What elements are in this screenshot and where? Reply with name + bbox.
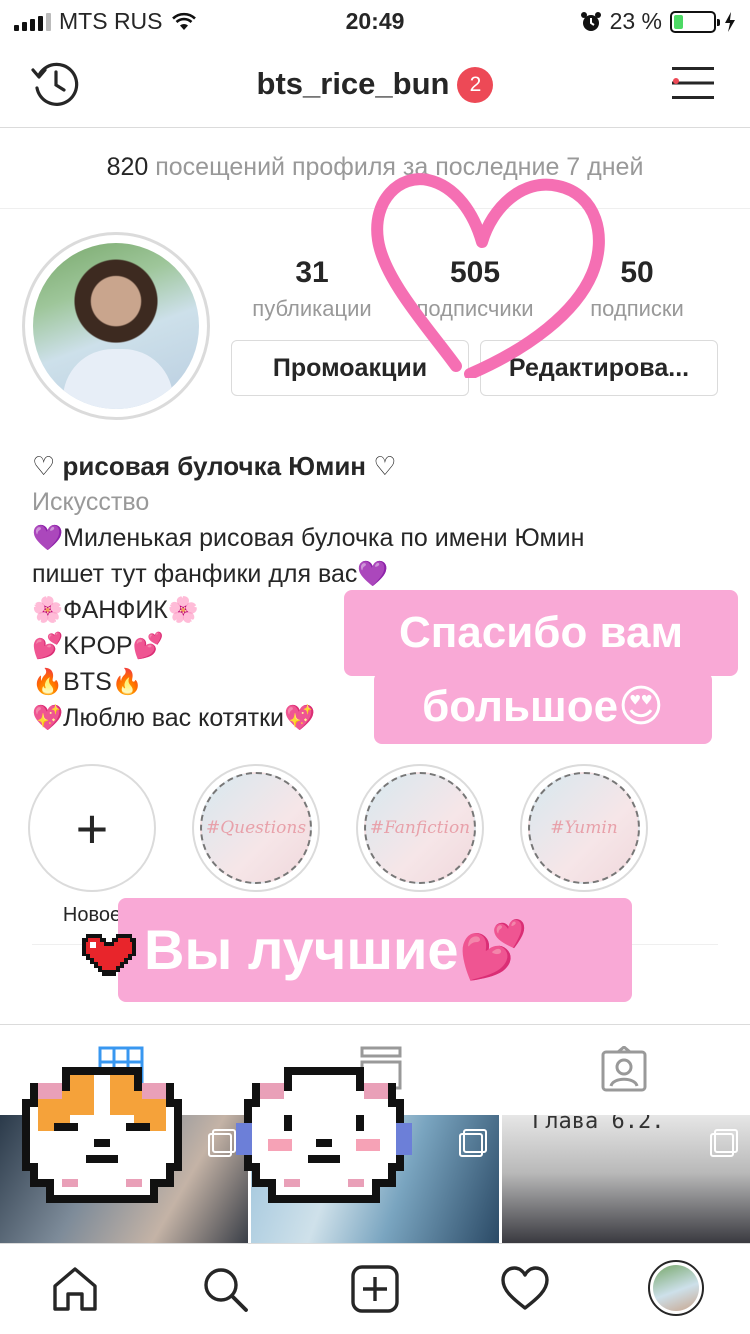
sticker-best: Вы лучшие💕 (118, 898, 632, 1002)
multiple-photos-icon (710, 1129, 738, 1157)
divider (0, 1024, 750, 1025)
highlight-questions[interactable]: #Questions (192, 764, 320, 892)
highlight-cover-text: #Questions (200, 772, 312, 884)
highlight-cover-text: #Yumin (528, 772, 640, 884)
home-icon[interactable] (50, 1264, 100, 1314)
post-thumbnail[interactable]: Глава 6.2. (502, 1115, 750, 1243)
search-icon[interactable] (200, 1264, 250, 1314)
notification-badge: 2 (457, 67, 494, 103)
bottom-tab-bar (0, 1243, 750, 1334)
status-bar: MTS RUS 20:49 23 % (0, 0, 750, 40)
menu-icon[interactable] (672, 66, 714, 100)
tagged-icon[interactable] (600, 1046, 648, 1094)
charging-icon (725, 11, 735, 32)
profile-name: ♡ рисовая булочка Юмин ♡ (32, 451, 397, 481)
avatar-photo (33, 243, 199, 409)
username: bts_rice_bun (256, 66, 450, 101)
pixel-heart-icon (82, 934, 136, 976)
visits-text: посещений профиля за последние 7 дней (155, 153, 644, 181)
highlight-yumin[interactable]: #Yumin (520, 764, 648, 892)
username-title[interactable]: bts_rice_bun 2 (0, 66, 750, 103)
stat-followers-value: 505 (449, 256, 501, 289)
add-post-icon[interactable] (350, 1264, 400, 1314)
edit-profile-button[interactable]: Редактирова... (480, 340, 718, 396)
bio-line: 💜Миленькая рисовая булочка по имени Юмин (32, 524, 585, 552)
multiple-photos-icon (459, 1129, 487, 1157)
multiple-photos-icon (208, 1129, 236, 1157)
battery-icon (670, 10, 720, 33)
visits-count: 820 (106, 153, 149, 181)
alarm-icon (580, 11, 601, 31)
bio-line: пишет тут фанфики для вас💜 (32, 560, 389, 588)
post-caption: Глава 6.2. (532, 1115, 665, 1134)
sticker-thanks-line2: большое😍 (374, 672, 712, 744)
profile-header: bts_rice_bun 2 (0, 40, 750, 128)
sticker-thanks-line1: Спасибо вам (344, 590, 738, 676)
notification-dot (673, 78, 679, 84)
activity-heart-icon[interactable] (500, 1264, 550, 1314)
hamster-sticker-icon (22, 1067, 182, 1203)
stat-following[interactable]: 50 подписки (557, 256, 717, 322)
stat-posts-value: 31 (295, 256, 329, 289)
profile-category: Искусство (32, 488, 150, 516)
stat-followers[interactable]: 505 подписчики (395, 256, 555, 322)
profile-avatar[interactable] (22, 232, 210, 420)
plus-icon: + (75, 796, 109, 860)
stat-following-label: подписки (590, 296, 684, 321)
highlight-cover-text: #Fanfiction (364, 772, 476, 884)
promotions-button[interactable]: Промоакции (231, 340, 469, 396)
profile-tab-avatar[interactable] (648, 1260, 704, 1316)
battery-percent: 23 % (609, 8, 662, 34)
profile-visits-banner[interactable]: 820 посещений профиля за последние 7 дне… (0, 129, 750, 209)
hamster-sticker-icon (236, 1067, 412, 1203)
highlight-fanfiction[interactable]: #Fanfiction (356, 764, 484, 892)
stat-posts[interactable]: 31 публикации (232, 256, 392, 322)
stat-followers-label: подписчики (416, 296, 534, 321)
stat-following-value: 50 (620, 256, 654, 289)
stat-posts-label: публикации (252, 296, 372, 321)
